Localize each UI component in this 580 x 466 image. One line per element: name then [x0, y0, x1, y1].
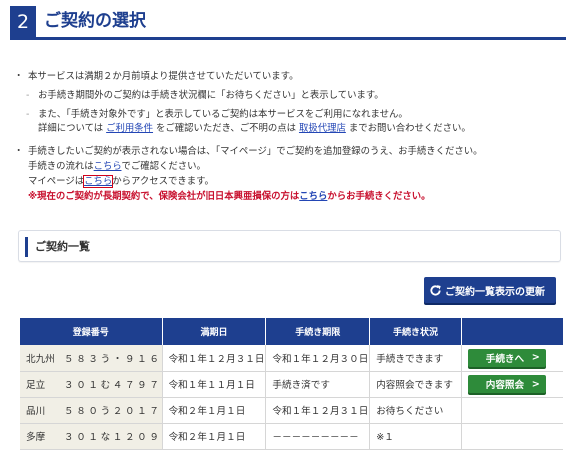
plate-area: 品川 [26, 406, 46, 417]
table-row: 多摩 ３０１な１２０９ 令和２年１月１日 －－－－－－－－－ ※１ [20, 423, 563, 450]
note-item-1: 本サービスは満期２か月前頃より提供させていただいています。 [14, 70, 563, 85]
note-subitem-2: また、「手続き対象外です」と表示しているご契約は本サービスをご利用になれません。 [18, 108, 563, 123]
text: までお問い合わせください。 [345, 123, 471, 135]
agency-link[interactable]: 取扱代理店 [299, 123, 346, 134]
note-subitem-2-detail: 詳細については ご利用条件 をご確認いただき、ご不明の点は 取扱代理店 までお問… [18, 122, 563, 137]
contract-list-section-header: ご契約一覧 [18, 230, 561, 262]
notes-section: 本サービスは満期２か月前頃より提供させていただいています。 お手続き期間外のご契… [14, 70, 563, 205]
note-subitem-1: お手続き期間外のご契約は手続き状況欄に「お待ちください」と表示しています。 [18, 89, 563, 104]
deadline: 手続き済です [265, 371, 371, 398]
mypage-link[interactable]: こちら [83, 174, 114, 188]
step-header: 2 ご契約の選択 [10, 6, 566, 40]
plate-number: ３０１な１２０９ [64, 432, 162, 443]
text: 手続きの流れは [28, 160, 94, 172]
proceed-button-label: 手続きへ [485, 353, 525, 365]
plate-number: ５８３う・９１６ [64, 353, 162, 365]
action-cell [461, 423, 563, 450]
registration-number: 北九州 ５８３う・９１６ [20, 345, 163, 372]
refresh-icon [430, 284, 441, 296]
note-item-2: 手続きしたいご契約が表示されない場合は、「マイページ」でご契約を追加登録のうえ、… [14, 145, 563, 160]
status: 手続きできます [369, 345, 462, 372]
text: からアクセスできます。 [112, 175, 214, 187]
section-title: ご契約一覧 [35, 240, 90, 253]
note-item-2-mypage: マイページはこちらからアクセスできます。 [18, 174, 563, 190]
text: をご確認いただき、ご不明の点は [153, 123, 299, 135]
action-cell: 手続きへ > [461, 345, 563, 372]
text: マイページは [28, 175, 85, 187]
deadline: －－－－－－－－－ [265, 423, 371, 450]
chevron-right-icon: > [531, 352, 540, 364]
status: お待ちください [369, 397, 462, 424]
step-number-badge: 2 [10, 6, 36, 38]
table-header-row: 登録番号 満期日 手続き期限 手続き状況 [20, 318, 563, 345]
long-term-contract-link[interactable]: こちら [299, 191, 327, 202]
text: ※現在のご契約が長期契約で、保険会社が旧日本興亜損保の方は [28, 190, 300, 202]
view-details-button[interactable]: 内容照会 > [467, 375, 546, 393]
col-header-expiry: 満期日 [162, 318, 267, 345]
registration-number: 多摩 ３０１な１２０９ [20, 423, 163, 450]
action-cell [461, 397, 563, 424]
expiry-date: 令和１年１１月１日 [162, 371, 267, 398]
text: でご確認ください。 [121, 160, 206, 172]
registration-number: 足立 ３０１む４７９７ [20, 371, 163, 398]
table-row: 北九州 ５８３う・９１６ 令和１年１２月３１日 令和１年１２月３０日 手続きできま… [20, 345, 563, 372]
col-header-registration: 登録番号 [20, 318, 163, 345]
deadline: 令和１年１２月３０日 [265, 345, 371, 372]
plate-area: 足立 [26, 380, 46, 391]
section-accent-bar [25, 237, 28, 257]
long-term-warning: ※現在のご契約が長期契約で、保険会社が旧日本興亜損保の方はこちらからお手続きくだ… [18, 190, 563, 205]
plate-number: ５８０う２０１７ [64, 406, 162, 417]
text: 詳細については [38, 123, 107, 135]
expiry-date: 令和２年１月１日 [162, 397, 267, 424]
status: 内容照会できます [369, 371, 462, 398]
table-row: 足立 ３０１む４７９７ 令和１年１１月１日 手続き済です 内容照会できます 内容照… [20, 371, 563, 398]
action-cell: 内容照会 > [461, 371, 563, 398]
refresh-button-label: ご契約一覧表示の更新 [445, 286, 545, 298]
text: からお手続きください。 [327, 190, 431, 202]
note-item-2-flow: 手続きの流れはこちらでご確認ください。 [18, 160, 563, 175]
contract-table: 登録番号 満期日 手続き期限 手続き状況 北九州 ５８３う・９１６ 令和１年１２月… [20, 318, 563, 450]
col-header-deadline: 手続き期限 [265, 318, 371, 345]
registration-number: 品川 ５８０う２０１７ [20, 397, 163, 424]
view-details-button-label: 内容照会 [485, 380, 525, 391]
plate-area: 多摩 [26, 432, 46, 443]
refresh-contract-list-button[interactable]: ご契約一覧表示の更新 [424, 277, 556, 303]
page-title: ご契約の選択 [44, 11, 146, 31]
col-header-status: 手続き状況 [369, 318, 462, 345]
procedure-flow-link[interactable]: こちら [94, 161, 122, 172]
chevron-right-icon: > [531, 378, 540, 390]
plate-number: ３０１む４７９７ [64, 380, 162, 391]
expiry-date: 令和２年１月１日 [162, 423, 267, 450]
deadline: 令和１年１２月３１日 [265, 397, 371, 424]
table-row: 品川 ５８０う２０１７ 令和２年１月１日 令和１年１２月３１日 お待ちください [20, 397, 563, 424]
terms-of-use-link[interactable]: ご利用条件 [106, 123, 153, 134]
status: ※１ [369, 423, 462, 450]
plate-area: 北九州 [26, 353, 55, 365]
proceed-button[interactable]: 手続きへ > [467, 348, 546, 367]
col-header-action [461, 318, 563, 345]
expiry-date: 令和１年１２月３１日 [162, 345, 267, 372]
